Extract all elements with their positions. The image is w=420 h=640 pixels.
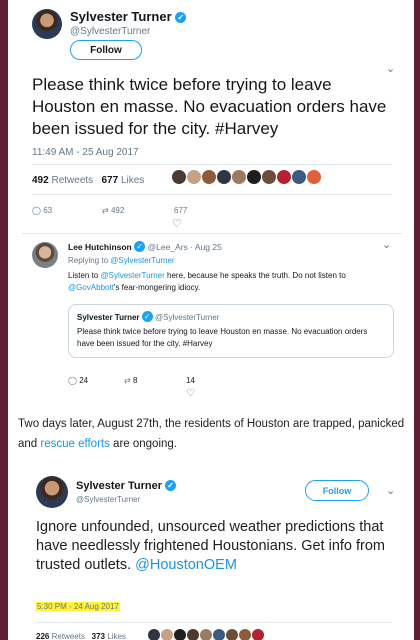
narration-text: Two days later, August 27th, the residen… — [18, 418, 405, 450]
reply-icon: ◯ — [32, 206, 41, 215]
mention-link[interactable]: @SylvesterTurner — [100, 271, 164, 280]
avatar[interactable] — [32, 9, 62, 39]
liker-avatar[interactable] — [161, 629, 173, 640]
likers-avatar-row[interactable] — [172, 170, 322, 189]
like-count[interactable]: 677 — [174, 206, 187, 215]
liker-avatar[interactable] — [217, 170, 231, 184]
heart-icon[interactable]: ♡ — [186, 388, 195, 399]
tweet-author-handle[interactable]: @SylvesterTurner — [76, 495, 140, 504]
reply-action[interactable]: ◯ 24 — [68, 376, 88, 385]
retweet-action[interactable]: ⇄ 492 — [102, 206, 124, 215]
tweet-text: Ignore unfounded, unsourced weather pred… — [36, 519, 386, 573]
mention-link[interactable]: @HoustonOEM — [135, 557, 237, 573]
liker-avatar[interactable] — [252, 629, 264, 640]
heart-icon[interactable]: ♡ — [172, 217, 182, 230]
liker-avatar[interactable] — [292, 170, 306, 184]
quoted-tweet-text: Please think twice before trying to leav… — [77, 327, 368, 348]
follow-button[interactable]: Follow — [305, 480, 369, 501]
tweet-timestamp[interactable]: 11:49 AM - 25 Aug 2017 — [32, 147, 139, 158]
divider — [36, 622, 392, 623]
reply-text: Listen to @SylvesterTurner here, because… — [68, 271, 346, 292]
avatar[interactable] — [36, 476, 68, 508]
retweet-icon: ⇄ — [102, 206, 109, 215]
chevron-down-icon[interactable]: ⌄ — [386, 484, 395, 497]
liker-avatar[interactable] — [226, 629, 238, 640]
likes-stat[interactable]: 677 Likes — [102, 175, 145, 186]
quoted-tweet-header: Sylvester Turner ✓ @SylvesterTurner — [77, 311, 220, 322]
verified-icon: ✓ — [175, 12, 187, 23]
tweet-author-handle[interactable]: @SylvesterTurner — [70, 26, 150, 37]
liker-avatar[interactable] — [262, 170, 276, 184]
divider — [22, 233, 402, 234]
reply-author-name[interactable]: Lee Hutchinson — [68, 242, 132, 252]
follow-button[interactable]: Follow — [70, 40, 142, 60]
liker-avatar[interactable] — [172, 170, 186, 184]
liker-avatar[interactable] — [239, 629, 251, 640]
liker-avatar[interactable] — [148, 629, 160, 640]
mention-link[interactable]: @GovAbbott — [68, 283, 114, 292]
mention-link[interactable]: @SylvesterTurner — [110, 256, 174, 265]
verified-icon: ✓ — [165, 480, 177, 491]
verified-icon: ✓ — [141, 311, 153, 322]
liker-avatar[interactable] — [174, 629, 186, 640]
liker-avatar[interactable] — [187, 629, 199, 640]
like-count[interactable]: 14 — [186, 376, 195, 385]
divider — [32, 164, 392, 165]
retweets-stat[interactable]: 492 Retweets — [32, 175, 93, 186]
reply-action[interactable]: ◯ 63 — [32, 206, 52, 215]
tweet-stats: 226 Retweets 373 Likes — [36, 632, 126, 640]
page-frame-left — [0, 0, 8, 640]
quoted-tweet[interactable]: Sylvester Turner ✓ @SylvesterTurner Plea… — [68, 304, 394, 358]
rescue-efforts-link[interactable]: rescue efforts — [40, 438, 109, 450]
reply-header: Lee Hutchinson ✓ @Lee_Ars · Aug 25 — [68, 241, 222, 252]
liker-avatar[interactable] — [247, 170, 261, 184]
page-frame-right — [414, 0, 420, 640]
liker-avatar[interactable] — [213, 629, 225, 640]
likes-stat[interactable]: 373 Likes — [92, 632, 126, 640]
retweet-action[interactable]: ⇄ 8 — [124, 376, 137, 385]
replying-to: Replying to @SylvesterTurner — [68, 256, 175, 265]
divider — [32, 194, 392, 195]
tweet-author-name[interactable]: Sylvester Turner ✓ — [76, 480, 177, 492]
likers-avatar-row[interactable] — [148, 628, 265, 640]
liker-avatar[interactable] — [202, 170, 216, 184]
verified-icon: ✓ — [134, 241, 146, 252]
reply-icon: ◯ — [68, 376, 77, 385]
tweet-stats: 492 Retweets 677 Likes — [32, 175, 144, 186]
reply-date[interactable]: · Aug 25 — [190, 242, 222, 252]
tweet-timestamp[interactable]: 5:30 PM - 24 Aug 2017 — [36, 602, 120, 611]
chevron-down-icon[interactable]: ⌄ — [382, 238, 391, 251]
retweet-icon: ⇄ — [124, 376, 131, 385]
avatar[interactable] — [32, 242, 58, 268]
liker-avatar[interactable] — [200, 629, 212, 640]
liker-avatar[interactable] — [277, 170, 291, 184]
liker-avatar[interactable] — [187, 170, 201, 184]
tweet-author-name[interactable]: Sylvester Turner ✓ — [70, 9, 187, 24]
liker-avatar[interactable] — [307, 170, 321, 184]
liker-avatar[interactable] — [232, 170, 246, 184]
retweets-stat[interactable]: 226 Retweets — [36, 632, 85, 640]
tweet-text: Please think twice before trying to leav… — [32, 75, 387, 138]
reply-author-handle[interactable]: @Lee_Ars — [148, 242, 188, 252]
